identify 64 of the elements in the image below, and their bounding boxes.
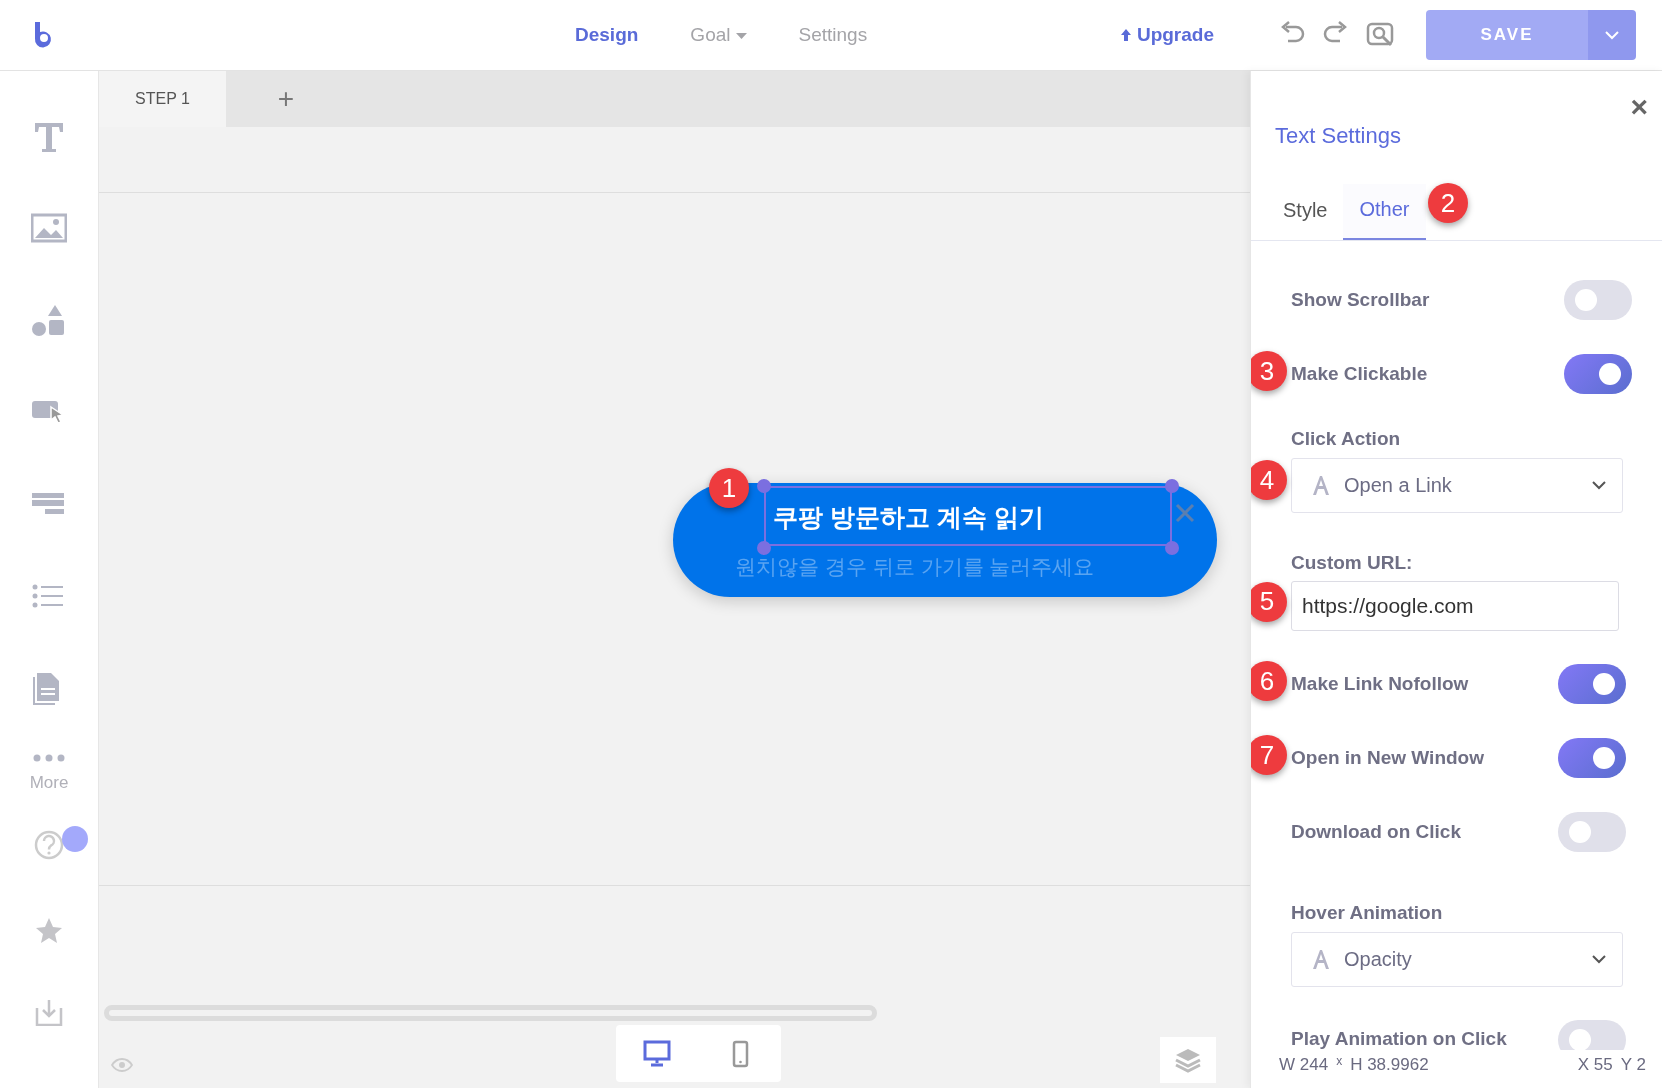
- button-subtitle: 원치않을 경우 뒤로 가기를 눌러주세요: [735, 554, 1095, 580]
- toggle-switch[interactable]: [1564, 280, 1632, 320]
- chevron-down-icon: [1592, 480, 1606, 490]
- step-tab[interactable]: STEP 1: [99, 71, 226, 127]
- button-title: 쿠팡 방문하고 계속 읽기: [773, 502, 1044, 533]
- resize-handle[interactable]: [1165, 541, 1179, 555]
- resize-handle[interactable]: [1165, 479, 1179, 493]
- field-label: Click Action: [1291, 427, 1402, 451]
- setting-label: Download on Click: [1291, 819, 1461, 844]
- add-step-button[interactable]: +: [226, 71, 346, 127]
- number-badge: 7: [1251, 735, 1287, 775]
- setting-label: Play Animation on Click: [1291, 1027, 1507, 1050]
- nav-tab[interactable]: Settings: [798, 20, 868, 50]
- star-icon[interactable]: [35, 917, 63, 945]
- toggle-switch[interactable]: [1558, 1019, 1626, 1050]
- number-badge: 4: [1251, 460, 1287, 500]
- url-input[interactable]: https://google.com: [1291, 581, 1619, 631]
- tab[interactable]: Style: [1267, 184, 1344, 240]
- x-readout: X 55: [1577, 1054, 1613, 1077]
- arrow-up-icon: [1120, 29, 1131, 41]
- number-badge: 1: [709, 468, 749, 508]
- upgrade-link[interactable]: Upgrade: [1114, 19, 1220, 51]
- setting-label: Make Clickable: [1291, 361, 1428, 386]
- toggle-switch[interactable]: [1558, 812, 1626, 852]
- resize-handle[interactable]: [757, 479, 771, 493]
- close-button[interactable]: ×: [1624, 91, 1654, 123]
- toggle-switch[interactable]: [1564, 354, 1632, 394]
- times-sign: x: [1336, 1053, 1343, 1070]
- tab[interactable]: Other: [1343, 184, 1426, 240]
- dots-icon: [33, 754, 65, 763]
- save-menu-button[interactable]: [1588, 10, 1636, 60]
- letter-icon: [1312, 474, 1330, 496]
- y-readout: Y 2: [1620, 1054, 1646, 1077]
- nav-tab[interactable]: Goal: [690, 20, 747, 50]
- height-readout: H 38.9962: [1350, 1054, 1429, 1077]
- chevron-down-icon: [1605, 30, 1619, 40]
- letter-icon: [1312, 948, 1330, 970]
- number-badge: 5: [1251, 581, 1287, 622]
- select-field[interactable]: Opacity: [1291, 931, 1623, 987]
- panel-title: Text Settings: [1275, 122, 1402, 150]
- number-badge: 6: [1251, 661, 1287, 701]
- setting-label: Show Scrollbar: [1291, 287, 1430, 312]
- field-label: Custom URL:: [1291, 550, 1414, 575]
- resize-handle[interactable]: [757, 541, 771, 555]
- layers-icon[interactable]: [1175, 1047, 1201, 1073]
- close-icon[interactable]: [1175, 503, 1195, 523]
- notification-dot: [62, 826, 88, 852]
- eye-icon[interactable]: [111, 1058, 133, 1072]
- desktop-icon[interactable]: [643, 1039, 672, 1068]
- toggle-switch[interactable]: [1558, 738, 1626, 778]
- nav-tab[interactable]: Design: [575, 20, 639, 50]
- number-badge: 2: [1428, 183, 1468, 223]
- shapes-tool-icon[interactable]: [31, 303, 67, 339]
- select-field[interactable]: Open a Link: [1291, 457, 1623, 513]
- setting-label: Make Link Nofollow: [1291, 671, 1469, 696]
- field-label: Hover Animation: [1291, 901, 1444, 925]
- width-readout: W 244: [1279, 1054, 1329, 1077]
- number-badge: 3: [1251, 351, 1287, 391]
- download-icon[interactable]: [35, 998, 63, 1026]
- chevron-down-icon: [1592, 954, 1606, 964]
- toggle-switch[interactable]: [1558, 664, 1626, 704]
- preview-icon[interactable]: [1366, 21, 1394, 49]
- help-icon[interactable]: [34, 830, 64, 860]
- setting-label: Open in New Window: [1291, 745, 1484, 770]
